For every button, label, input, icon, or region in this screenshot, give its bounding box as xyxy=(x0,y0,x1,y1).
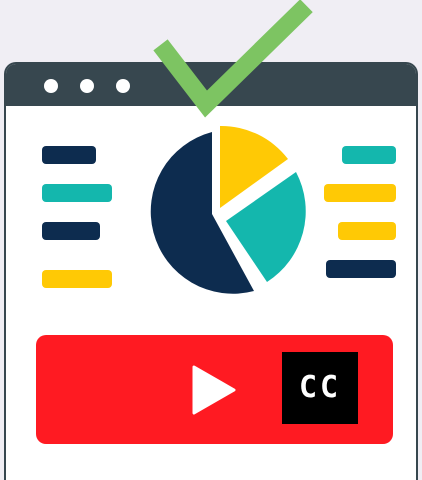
video-player[interactable]: CC xyxy=(36,335,393,444)
play-icon[interactable] xyxy=(192,365,236,415)
illustration: CC xyxy=(0,0,422,480)
closed-captions-icon[interactable]: CC xyxy=(282,352,358,424)
